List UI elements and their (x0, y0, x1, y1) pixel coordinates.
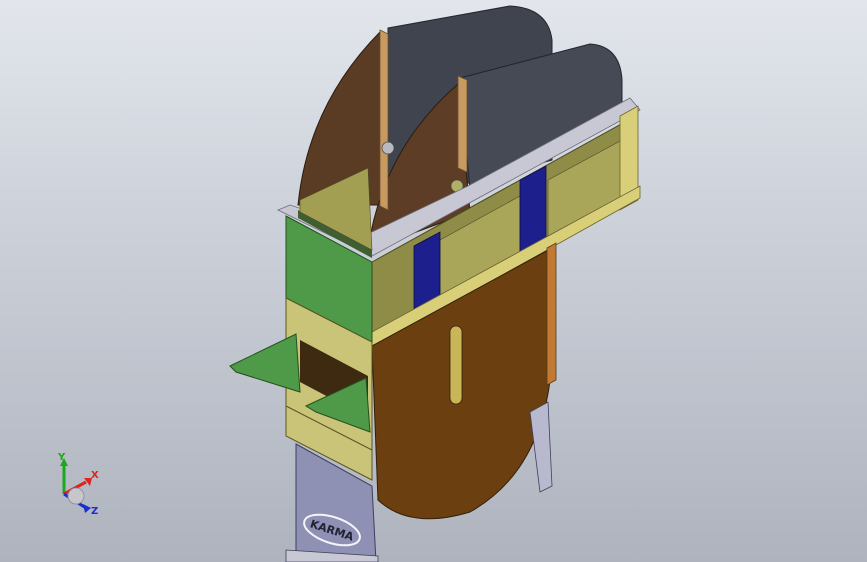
hopper-3d-model[interactable] (0, 0, 867, 562)
rear-curved-side-plate (297, 30, 383, 206)
z-arrow-icon (83, 504, 91, 513)
rear-fin-pivot (381, 141, 395, 155)
y-axis-label: Y (57, 452, 66, 463)
logo-text: KARMA (308, 517, 355, 543)
cad-viewport[interactable]: KARMA Y X Z (0, 0, 867, 562)
vertical-flange-strip (546, 242, 557, 386)
karma-logo: KARMA (303, 513, 361, 547)
z-axis-label: Z (91, 506, 98, 517)
slot-opening (449, 325, 463, 405)
triad-origin-sphere (67, 487, 85, 505)
rear-fin-flange-strip (379, 29, 389, 211)
front-fin-flange-strip (457, 75, 468, 173)
axis-triad: Y X Z (57, 452, 99, 517)
rear-support-leg (529, 401, 553, 493)
inlet-chute-left (229, 333, 301, 393)
x-axis-label: X (91, 470, 99, 481)
